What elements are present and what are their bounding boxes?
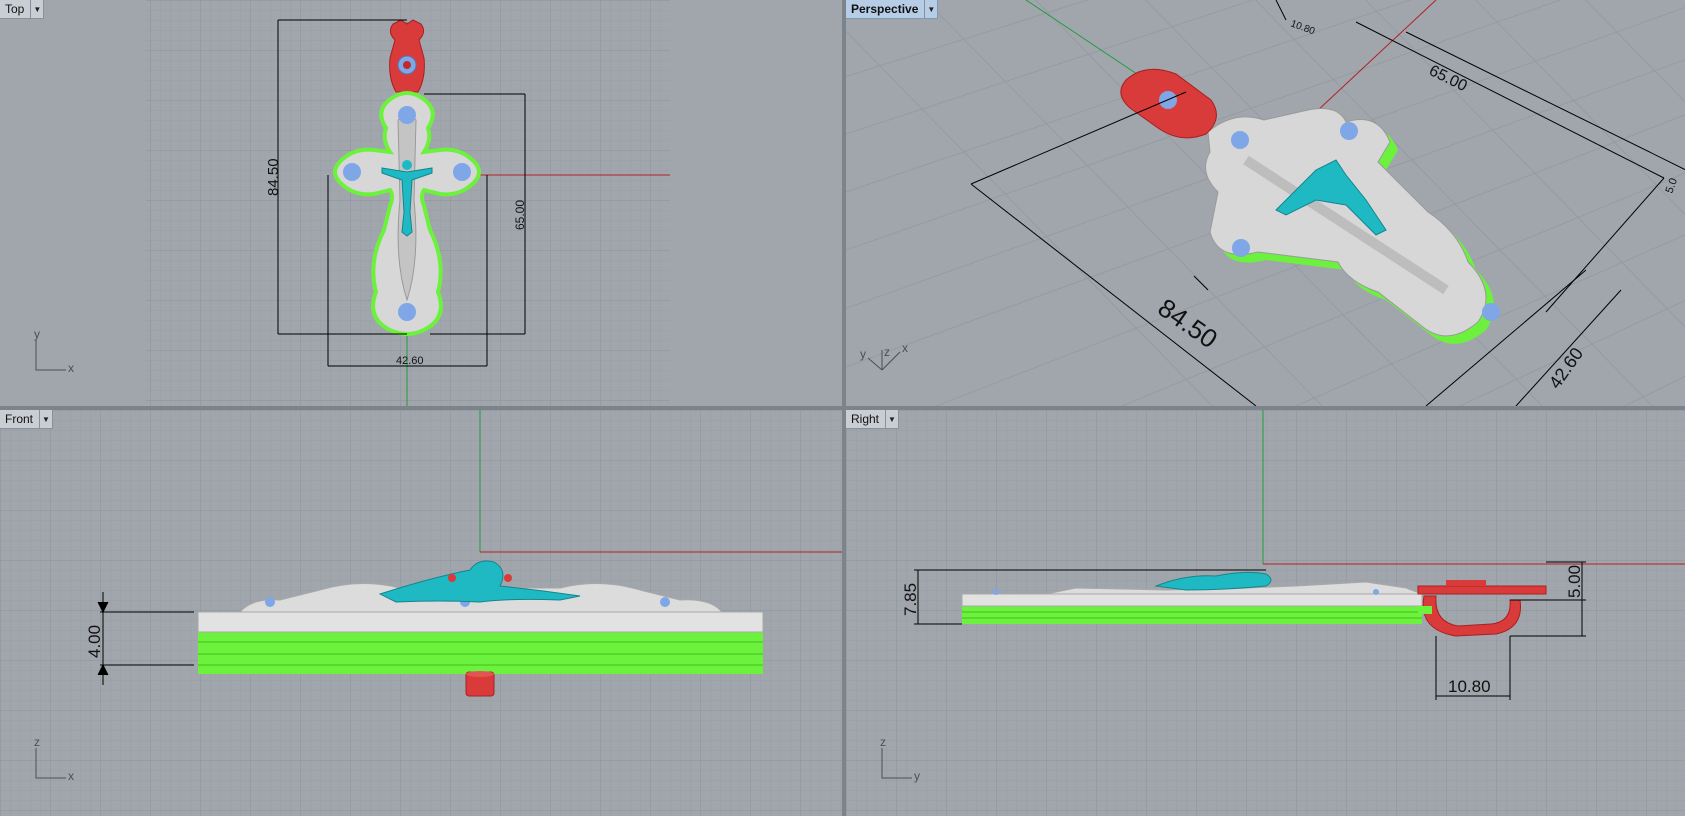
dropdown-arrow-icon[interactable]: ▼	[30, 0, 43, 18]
svg-text:y: y	[914, 769, 920, 783]
viewport-label-perspective[interactable]: Perspective ▼	[846, 0, 939, 19]
perspective-view-canvas: 84.50 65.00 42.60 10.80 5.0 y z x	[846, 0, 1685, 406]
right-bail-height-dimension: 5.00	[1565, 565, 1584, 598]
axis-widget: y x	[34, 327, 74, 375]
right-bail-width-dimension: 10.80	[1448, 677, 1491, 696]
viewport-label-top[interactable]: Top ▼	[0, 0, 45, 19]
svg-text:z: z	[884, 345, 890, 359]
dropdown-arrow-icon[interactable]: ▼	[885, 410, 898, 428]
viewport-label-right[interactable]: Right ▼	[846, 410, 900, 429]
y-axis-line	[1025, 0, 1147, 81]
persp-height-dimension: 84.50	[1153, 292, 1224, 354]
dropdown-arrow-icon[interactable]: ▼	[39, 410, 52, 428]
front-view-canvas: 4.00 z x	[0, 410, 842, 816]
svg-text:z: z	[880, 735, 886, 749]
svg-text:y: y	[860, 347, 866, 361]
axis-widget: y z x	[860, 341, 908, 371]
svg-text:x: x	[68, 361, 74, 375]
viewport-label-front[interactable]: Front ▼	[0, 410, 54, 429]
viewport-title: Front	[5, 412, 34, 426]
svg-text:y: y	[34, 327, 40, 341]
bail-model[interactable]	[465, 671, 495, 697]
top-upper-height-dimension: 65.00	[513, 200, 527, 230]
svg-text:x: x	[902, 341, 908, 355]
viewport-title: Right	[851, 412, 880, 426]
top-width-dimension: 42.60	[396, 355, 424, 367]
top-view-canvas: 84.50 65.00 42.60 y x	[34, 0, 670, 406]
svg-text:z: z	[34, 735, 40, 749]
right-total-thickness-dimension: 7.85	[901, 583, 920, 616]
persp-length-dimension: 65.00	[1426, 62, 1470, 95]
dropdown-arrow-icon[interactable]: ▼	[924, 0, 937, 18]
viewport-right[interactable]: 7.85 5.00 10.80 z y Right ▼	[846, 410, 1685, 816]
viewport-title: Top	[5, 2, 25, 16]
viewport-title: Perspective	[851, 2, 919, 16]
persp-bail-dimension: 10.80	[1289, 18, 1317, 37]
persp-width-dimension: 42.60	[1545, 344, 1587, 392]
viewport-perspective[interactable]: 84.50 65.00 42.60 10.80 5.0 y z x Perspe…	[846, 0, 1685, 406]
right-view-canvas: 7.85 5.00 10.80 z y	[846, 410, 1685, 816]
persp-bail-partial-dimension: 5.0	[1664, 177, 1681, 195]
svg-text:x: x	[68, 769, 74, 783]
front-thickness-dimension: 4.00	[85, 625, 104, 658]
bail-model[interactable]	[1120, 68, 1217, 139]
viewport-front[interactable]: 4.00 z x Front ▼	[0, 410, 842, 816]
bail-model[interactable]	[389, 19, 425, 93]
viewport-top[interactable]: 84.50 65.00 42.60 y x Top ▼	[0, 0, 842, 406]
top-height-dimension: 84.50	[265, 158, 282, 196]
